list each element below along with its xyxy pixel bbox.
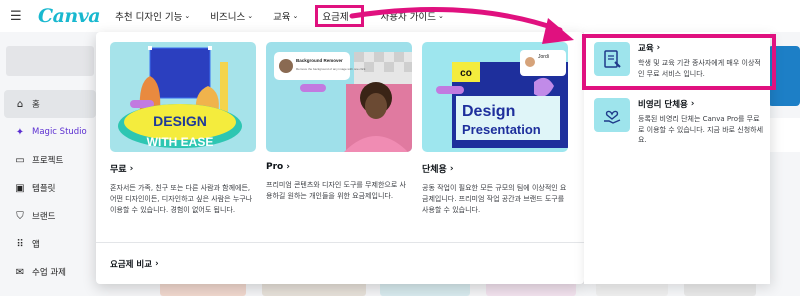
apps-grid-icon: ⠿ [16,238,24,250]
background-card [768,118,800,152]
sidebar-item-brand[interactable]: ⛉ 브랜드 [0,202,100,230]
home-icon: ⌂ [16,98,24,110]
chevron-right-icon: › [449,163,454,174]
teams-plan-image: co Jordi Design Presentation [422,42,568,152]
pro-plan-image: Background Remover Remove the background… [266,42,412,152]
chevron-down-icon: ⌄ [292,12,299,20]
teams-plan-illustration: co Jordi Design Presentation [436,50,568,148]
nav-pricing[interactable]: 요금제 ⌄ [315,5,364,27]
plan-card-teams[interactable]: co Jordi Design Presentation 단체용 › 공동 작업이… [422,42,568,216]
sidebar-item-assignments[interactable]: ✉ 수업 과제 [0,258,100,286]
image-caption: Remove the background of any image with … [296,67,366,71]
nav-education[interactable]: 교육 ⌄ [270,6,301,26]
chevron-right-icon: › [690,99,695,109]
image-caption: Presentation [462,122,541,137]
sparkle-icon: ✦ [15,126,25,138]
sidebar-item-home[interactable]: ⌂ 홈 [4,90,96,118]
nonprofit-heart-hand-icon [594,98,630,132]
plan-title[interactable]: 무료 › [110,162,256,176]
assignment-icon: ✉ [15,266,25,278]
chevron-down-icon: ⌄ [438,12,444,20]
plan-card-free[interactable]: DESIGN WITH EASE 무료 › 혼자서든 가족, 친구 또는 다른 사… [110,42,256,216]
nonprofit-title[interactable]: 비영리 단체용 › [638,98,764,110]
chevron-down-icon: ⌄ [247,12,254,20]
plan-description: 공동 작업이 필요한 모든 규모의 팀에 이상적인 요금제입니다. 프리미엄 작… [422,184,567,214]
plan-description: 혼자서든 가족, 친구 또는 다른 사람과 함께에든, 어떤 디자인이든, 디자… [110,184,253,214]
nonprofit-description: 등록된 비영리 단체는 Canva Pro를 무료로 이용할 수 있습니다. 지… [638,115,764,144]
image-caption: Design [462,103,515,120]
create-design-box[interactable] [6,46,94,76]
brand-icon: ⛉ [16,210,24,222]
sidebar-item-magic-studio[interactable]: ✦ Magic Studio [0,118,100,146]
chevron-right-icon: › [129,163,134,174]
chevron-down-icon: ⌄ [184,12,191,20]
menu-icon[interactable]: ☰ [10,9,28,24]
chevron-right-icon: › [286,162,290,172]
nav-user-guide[interactable]: 사용자 가이드 ⌄ [378,6,447,26]
nav-business[interactable]: 비즈니스 ⌄ [207,6,256,26]
svg-text:co: co [460,68,472,79]
plan-card-pro[interactable]: Background Remover Remove the background… [266,42,412,202]
template-icon: ▣ [15,182,25,194]
plan-description: 프리미엄 콘텐츠와 디자인 도구를 무제한으로 사용하길 원하는 개인들을 위한… [266,181,406,200]
image-caption: WITH EASE [147,135,214,149]
sidebar-item-projects[interactable]: ▭ 프로젝트 [0,146,100,174]
free-plan-image: DESIGN WITH EASE [110,42,256,152]
nav-featured-design[interactable]: 추천 디자인 기능 ⌄ [112,6,193,26]
top-navigation-bar: ☰ Canva 추천 디자인 기능 ⌄ 비즈니스 ⌄ 교육 ⌄ 요금제 ⌄ 사용자 가이… [0,0,800,32]
nonprofit-plan-item[interactable]: 비영리 단체용 › 등록된 비영리 단체는 Canva Pro를 무료로 이용할 … [594,98,764,146]
highlight-annotation-box [582,34,776,90]
sidebar-item-templates[interactable]: ▣ 템플릿 [0,174,100,202]
main-nav: 추천 디자인 기능 ⌄ 비즈니스 ⌄ 교육 ⌄ 요금제 ⌄ 사용자 가이드 ⌄ [112,5,447,27]
pricing-dropdown: DESIGN WITH EASE 무료 › 혼자서든 가족, 친구 또는 다른 사… [96,32,584,284]
plan-title[interactable]: 단체용 › [422,162,568,176]
sidebar-item-apps[interactable]: ⠿ 앱 [0,230,100,258]
canva-logo[interactable]: Canva [38,5,101,27]
chevron-down-icon: ⌄ [350,12,357,20]
divider [96,242,584,243]
chevron-right-icon: › [155,259,159,269]
compare-plans-link[interactable]: 요금제 비교 › [110,258,159,270]
image-caption: DESIGN [153,113,207,129]
pro-plan-illustration: Background Remover Remove the background… [274,52,412,152]
sidebar: ⌂ 홈 ✦ Magic Studio ▭ 프로젝트 ▣ 템플릿 ⛉ 브랜드 ⠿ 앱 ✉ 수업 … [0,90,100,286]
free-plan-illustration: DESIGN WITH EASE [118,46,242,149]
image-caption: Background Remover [296,58,343,63]
plan-title[interactable]: Pro › [266,162,412,172]
image-caption: Jordi [538,54,549,60]
folder-icon: ▭ [15,154,25,166]
